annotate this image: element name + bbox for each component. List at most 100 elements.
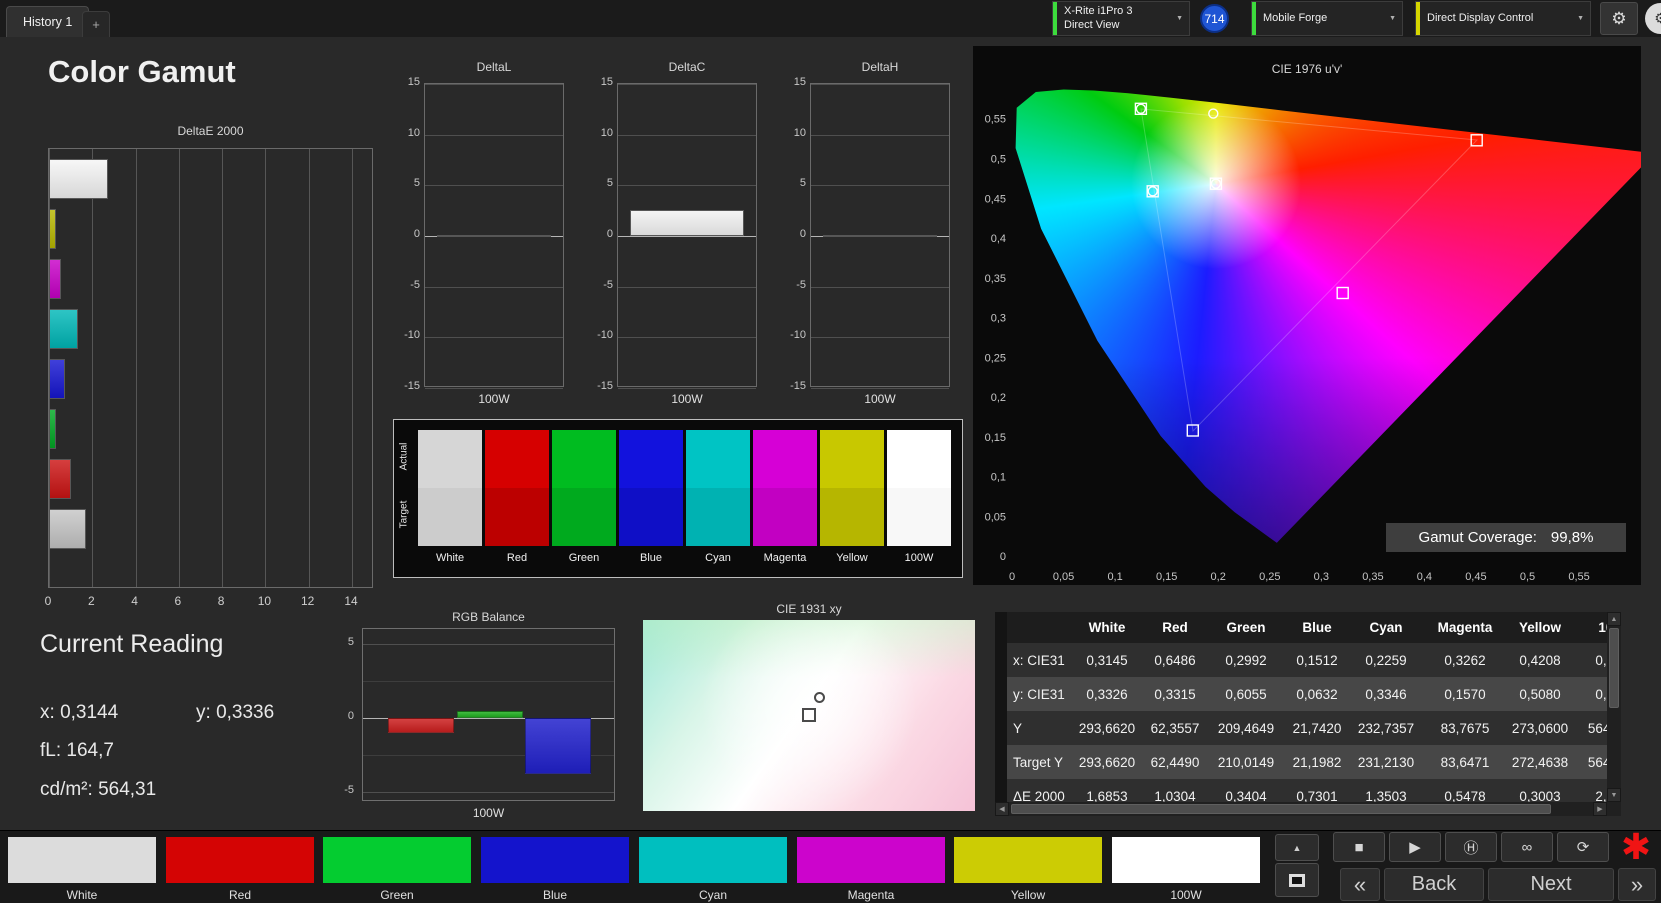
reading-cdm2: cd/m²: 564,31 (40, 779, 156, 801)
rgb-bar-blue (525, 718, 591, 774)
scroll-left-icon[interactable]: ◀ (995, 802, 1009, 816)
axis-tick-label: 10 (258, 594, 271, 608)
deltae-bar-yellow (49, 209, 56, 249)
history-button[interactable]: Ⓗ (1445, 832, 1497, 862)
patch-label: White (8, 888, 156, 902)
rgb-balance-chart: RGB Balance 100W 50-5 (330, 610, 622, 825)
gridline (425, 135, 563, 136)
display-control-dropdown[interactable]: Direct Display Control ▼ (1415, 1, 1591, 36)
deltae-bar-blue (49, 359, 65, 399)
patch-blue[interactable] (481, 837, 629, 883)
swatch-actual-100w (887, 430, 951, 488)
table-cell: 83,6471 (1421, 745, 1509, 779)
table-cell: 293,6620 (1073, 745, 1141, 779)
patch-yellow[interactable] (954, 837, 1102, 883)
row-label: Target Y (1007, 745, 1073, 779)
axis-tick-label: 0,55 (985, 114, 1006, 126)
axis-tick-label: -5 (396, 279, 420, 291)
axis-tick-label: 0,4 (1417, 571, 1432, 583)
column-header: Green (1209, 612, 1283, 643)
patch-red[interactable] (166, 837, 314, 883)
reading-y: y: 0,3336 (196, 702, 274, 724)
patch-window-button[interactable] (1275, 863, 1319, 897)
patch-cyan[interactable] (639, 837, 787, 883)
table-cell: 564,3100 (1571, 711, 1607, 745)
table-cell: 0,7301 (1283, 779, 1351, 802)
table-corner (1007, 612, 1073, 643)
table-cell: 210,0149 (1209, 745, 1283, 779)
play-button[interactable]: ▶ (1389, 832, 1441, 862)
pattern-source-dropdown[interactable]: Mobile Forge ▼ (1251, 1, 1403, 36)
next-button[interactable]: Next (1488, 868, 1614, 901)
chart-title: DeltaH (810, 60, 950, 74)
measurement-table: WhiteRedGreenBlueCyanMagentaYellow100Wx:… (995, 612, 1621, 817)
table-cell: 209,4649 (1209, 711, 1283, 745)
meter-device-dropdown[interactable]: X-Rite i1Pro 3 Direct View ▼ (1052, 1, 1190, 36)
add-tab-button[interactable]: + (82, 11, 110, 37)
patch-green[interactable] (323, 837, 471, 883)
table-cell: 232,7357 (1351, 711, 1421, 745)
patch-magenta[interactable] (797, 837, 945, 883)
patch-white[interactable] (8, 837, 156, 883)
measurement-count-badge[interactable]: 714 (1200, 4, 1229, 33)
horizontal-scrollbar[interactable]: ◀ ▶ (995, 802, 1607, 816)
axis-tick-label: 15 (782, 76, 806, 88)
table-cell: 21,7420 (1283, 711, 1351, 745)
settings-gear-button[interactable]: ⚙ (1600, 2, 1638, 35)
gridline (618, 388, 756, 389)
delta-plot (424, 83, 564, 387)
swatch-actual-red (485, 430, 549, 488)
chart-title: DeltaC (617, 60, 757, 74)
patch-label: Green (323, 888, 471, 902)
chevron-down-icon: ▼ (1577, 15, 1584, 22)
patch-100w[interactable] (1112, 837, 1260, 883)
bottom-bar: WhiteRedGreenBlueCyanMagentaYellow100W ▲… (0, 830, 1661, 903)
axis-tick-label: 0,05 (1053, 571, 1074, 583)
swatch-target-red (485, 488, 549, 546)
table-cell: 0,0632 (1283, 677, 1351, 711)
gridline (265, 149, 266, 587)
stop-button[interactable]: ■ (1333, 832, 1385, 862)
axis-tick-label: 0,05 (985, 511, 1006, 523)
axis-tick-label: 0,45 (1465, 571, 1486, 583)
back-button[interactable]: Back (1384, 868, 1484, 901)
scroll-right-icon[interactable]: ▶ (1593, 802, 1607, 816)
cie-target-cyan (1148, 187, 1157, 196)
table-cell: 231,2130 (1351, 745, 1421, 779)
table-cell: 0,6486 (1141, 643, 1209, 677)
loop-button[interactable]: ∞ (1501, 832, 1553, 862)
gridline (425, 287, 563, 288)
scroll-down-icon[interactable]: ▼ (1607, 788, 1621, 802)
row-label: y: CIE31 (1007, 677, 1073, 711)
axis-tick-label: 0,25 (985, 352, 1006, 364)
cie-target-yellow (1209, 109, 1218, 118)
vscroll-thumb[interactable] (1609, 628, 1619, 708)
row-label-target: Target (399, 487, 410, 543)
history-tab-label: History 1 (23, 15, 72, 29)
history-tab[interactable]: History 1 (6, 6, 89, 37)
row-gutter (995, 677, 1007, 711)
next-page-button[interactable]: » (1618, 868, 1656, 901)
axis-tick-label: 0,35 (1362, 571, 1383, 583)
gridline (425, 185, 563, 186)
axis-label: 100W (424, 392, 564, 406)
prev-page-button[interactable]: « (1340, 868, 1380, 901)
axis-tick-label: 2 (88, 594, 95, 608)
table-cell: 0,2259 (1351, 643, 1421, 677)
gamut-coverage-value: 99,8% (1551, 529, 1594, 546)
refresh-button[interactable]: ⟳ (1557, 832, 1609, 862)
scroll-up-icon[interactable]: ▲ (1607, 612, 1621, 626)
hscroll-thumb[interactable] (1011, 804, 1551, 814)
gridline (363, 644, 614, 645)
table-cell: 0,3404 (1209, 779, 1283, 802)
deltae-bar-white (49, 509, 86, 549)
vertical-scrollbar[interactable]: ▲ ▼ (1607, 612, 1621, 802)
axis-tick-label: 5 (396, 177, 420, 189)
collapse-panel-button[interactable]: ▲ (1275, 834, 1319, 861)
axis-tick-label: -10 (589, 329, 613, 341)
gamut-triangle (1141, 109, 1477, 431)
measurement-table-grid: WhiteRedGreenBlueCyanMagentaYellow100Wx:… (995, 612, 1607, 802)
swatch-actual-cyan (686, 430, 750, 488)
partial-circle-button[interactable]: ⚙ (1645, 3, 1661, 34)
delta-plot (810, 83, 950, 387)
